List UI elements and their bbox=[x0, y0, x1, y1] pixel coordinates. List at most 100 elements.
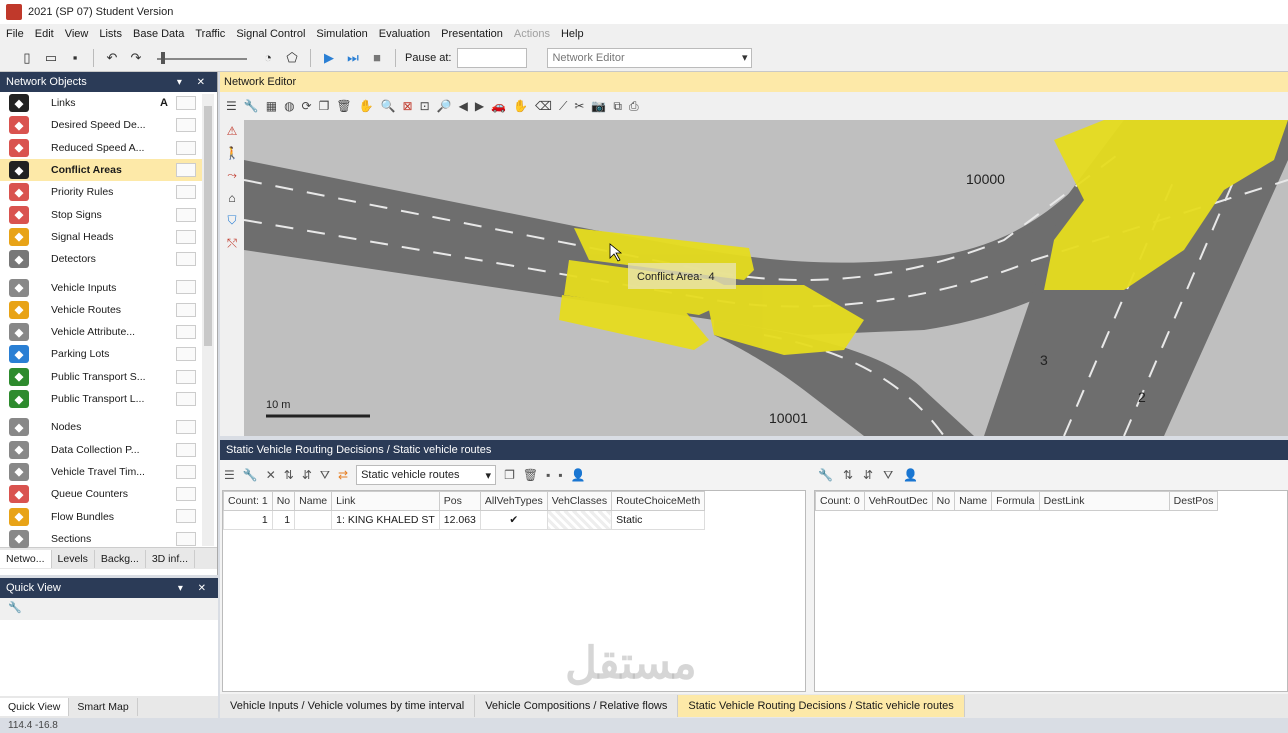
menu-file[interactable]: File bbox=[6, 28, 24, 40]
copy-icon[interactable]: ❐ bbox=[319, 99, 330, 113]
bottom-tab-1[interactable]: Vehicle Compositions / Relative flows bbox=[475, 695, 679, 717]
table-cell[interactable] bbox=[294, 510, 333, 530]
visibility-swatch[interactable] bbox=[176, 487, 196, 502]
column-header[interactable]: Count: 0 bbox=[815, 491, 865, 511]
column-header[interactable]: Name bbox=[954, 491, 993, 511]
save-icon[interactable]: ▪ bbox=[546, 468, 550, 482]
menu-presentation[interactable]: Presentation bbox=[441, 28, 503, 40]
sort-desc-icon[interactable]: ⇵ bbox=[302, 468, 312, 482]
back-icon[interactable]: ◀ bbox=[459, 99, 468, 113]
menu-help[interactable]: Help bbox=[561, 28, 584, 40]
table-cell[interactable]: ✔ bbox=[479, 510, 548, 530]
column-header[interactable]: VehRoutDec bbox=[863, 491, 933, 511]
column-header[interactable]: Pos bbox=[438, 491, 481, 511]
delete-icon[interactable]: ✕ bbox=[266, 468, 276, 482]
route-icon[interactable]: ⤳ bbox=[227, 168, 237, 183]
save-as-icon[interactable]: ▪ bbox=[558, 468, 562, 482]
sort-asc-icon[interactable]: ⇅ bbox=[843, 468, 853, 482]
object-row-flow-bundles[interactable]: ◆ Flow Bundles bbox=[0, 505, 214, 527]
zoom-out-icon[interactable]: 🔎 bbox=[437, 99, 452, 113]
visibility-swatch[interactable] bbox=[176, 442, 196, 457]
eraser-icon[interactable]: ⌫ bbox=[535, 99, 552, 113]
object-row-public-transport-l[interactable]: ◆ Public Transport L... bbox=[0, 388, 214, 410]
wrench-icon[interactable]: 🔧 bbox=[818, 468, 833, 482]
forward-icon[interactable]: ▶ bbox=[475, 99, 484, 113]
tab-quick-view[interactable]: Quick View bbox=[0, 698, 70, 716]
table-cell[interactable]: Static bbox=[611, 510, 706, 530]
visibility-swatch[interactable] bbox=[176, 531, 196, 546]
zoom-extent-icon[interactable]: ⊠ bbox=[403, 99, 413, 113]
camera-icon[interactable]: 📷 bbox=[591, 99, 606, 113]
visibility-swatch[interactable] bbox=[176, 509, 196, 524]
pan-icon[interactable]: ✋ bbox=[359, 99, 374, 113]
undo-icon[interactable]: ↶ bbox=[103, 49, 121, 67]
speedometer-icon[interactable]: ◔ bbox=[259, 49, 277, 67]
redo-icon[interactable]: ↷ bbox=[127, 49, 145, 67]
object-row-vehicle-routes[interactable]: ◆ Vehicle Routes bbox=[0, 299, 214, 321]
open-file-icon[interactable]: ▭ bbox=[42, 49, 60, 67]
user-icon[interactable]: 👤 bbox=[903, 468, 918, 482]
menu-signal-control[interactable]: Signal Control bbox=[236, 28, 305, 40]
column-header[interactable]: AllVehTypes bbox=[479, 491, 548, 511]
table-cell[interactable]: 1: KING KHALED ST bbox=[331, 510, 440, 530]
panel-controls[interactable]: ▾ ✕ bbox=[177, 77, 211, 88]
refresh-icon[interactable]: ⟳ bbox=[302, 99, 312, 113]
table-cell[interactable]: 1 bbox=[271, 510, 296, 530]
object-row-priority-rules[interactable]: ◆ Priority Rules bbox=[0, 181, 214, 203]
object-row-sections[interactable]: ◆ Sections bbox=[0, 528, 214, 550]
speed-slider[interactable] bbox=[157, 50, 247, 66]
network-editor[interactable]: Network Editor ☰ 🔧 ▦ ◍ ⟳ ❐ 🗑 ✋ 🔍 ⊠ ⊡ 🔎 ◀… bbox=[220, 72, 1288, 436]
tab-0[interactable]: Netwo... bbox=[0, 549, 52, 568]
column-header[interactable]: RouteChoiceMeth bbox=[611, 491, 706, 511]
tab-1[interactable]: Levels bbox=[52, 549, 95, 568]
pause-at-input[interactable] bbox=[457, 47, 528, 68]
object-row-data-collection-p[interactable]: ◆ Data Collection P... bbox=[0, 439, 214, 461]
menu-evaluation[interactable]: Evaluation bbox=[379, 28, 430, 40]
visibility-swatch[interactable] bbox=[176, 140, 196, 155]
object-row-public-transport-s[interactable]: ◆ Public Transport S... bbox=[0, 366, 214, 388]
object-row-queue-counters[interactable]: ◆ Queue Counters bbox=[0, 483, 214, 505]
visibility-swatch[interactable] bbox=[176, 369, 196, 384]
area-icon[interactable]: ⌂ bbox=[228, 191, 235, 205]
zoom-in-icon[interactable]: 🔍 bbox=[381, 99, 396, 113]
filter-icon[interactable]: ⛛ bbox=[883, 468, 893, 483]
play-icon[interactable]: ▶ bbox=[320, 49, 338, 67]
warning-icon[interactable]: ⚠ bbox=[227, 124, 238, 138]
zoom-window-icon[interactable]: ⊡ bbox=[420, 99, 430, 113]
table-cell[interactable]: 12.063 bbox=[438, 510, 481, 530]
menu-edit[interactable]: Edit bbox=[35, 28, 54, 40]
step-icon[interactable]: ⏭ bbox=[344, 49, 362, 67]
table-row[interactable]: 1 1 1: KING KHALED ST 12.063 ✔ Static bbox=[223, 510, 706, 530]
menu-simulation[interactable]: Simulation bbox=[316, 28, 367, 40]
sync-icon[interactable]: ⇄ bbox=[338, 468, 348, 482]
menu-actions[interactable]: Actions bbox=[514, 28, 550, 40]
print-icon[interactable]: ⎙ bbox=[629, 99, 639, 114]
object-row-reduced-speed-a[interactable]: ◆ Reduced Speed A... bbox=[0, 137, 214, 159]
scrollbar[interactable] bbox=[202, 94, 214, 546]
visibility-swatch[interactable] bbox=[176, 280, 196, 295]
object-row-links[interactable]: ◆ Links A bbox=[0, 92, 214, 114]
visibility-swatch[interactable] bbox=[176, 347, 196, 362]
panel-controls[interactable]: ▾ ✕ bbox=[178, 583, 212, 594]
column-header[interactable]: DestPos bbox=[1168, 491, 1219, 511]
table-cell[interactable] bbox=[546, 510, 613, 530]
visibility-swatch[interactable] bbox=[176, 420, 196, 435]
visibility-swatch[interactable] bbox=[176, 252, 196, 267]
vehicle-icon[interactable]: 🚗 bbox=[491, 99, 506, 113]
visibility-swatch[interactable] bbox=[176, 162, 196, 177]
visibility-swatch[interactable] bbox=[176, 229, 196, 244]
screenshot-icon[interactable]: ⧉ bbox=[613, 99, 622, 114]
menu-traffic[interactable]: Traffic bbox=[195, 28, 225, 40]
visibility-swatch[interactable] bbox=[176, 185, 196, 200]
copy-icon[interactable]: ❐ bbox=[504, 468, 515, 482]
tab-3[interactable]: 3D inf... bbox=[146, 549, 195, 568]
pedestrian-icon[interactable]: 🚶 bbox=[225, 146, 240, 160]
delete-icon[interactable]: 🗑 bbox=[336, 99, 351, 113]
save-icon[interactable]: ▪ bbox=[66, 49, 84, 67]
layers-icon[interactable]: ☰ bbox=[226, 99, 237, 113]
network-canvas[interactable]: 10000 10001 3 2 Conflict Area: 4 10 m bbox=[244, 120, 1288, 436]
object-row-desired-speed-de[interactable]: ◆ Desired Speed De... bbox=[0, 114, 214, 136]
sort-asc-icon[interactable]: ⇅ bbox=[284, 468, 294, 482]
object-row-signal-heads[interactable]: ◆ Signal Heads bbox=[0, 226, 214, 248]
object-row-nodes[interactable]: ◆ Nodes bbox=[0, 416, 214, 438]
